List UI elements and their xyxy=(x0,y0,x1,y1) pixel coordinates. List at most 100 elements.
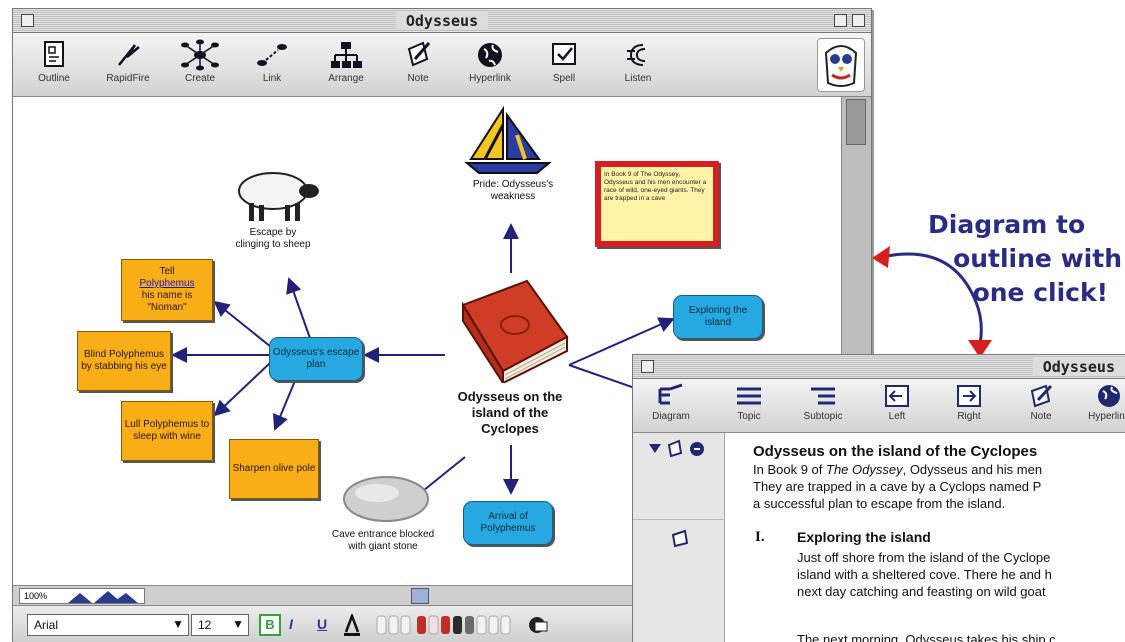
outline-para-line-2[interactable]: They are trapped in a cave by a Cyclops … xyxy=(753,478,1041,495)
main-toolbar: Outline RapidFire Create Link Arrange No… xyxy=(13,33,871,97)
outline-item-line-4[interactable]: The next morning, Odysseus takes his shi… xyxy=(797,631,1056,642)
italic-button[interactable]: I xyxy=(289,616,305,632)
outline-para-line-3[interactable]: a successful plan to escape from the isl… xyxy=(753,495,1005,512)
outline-toolbar: Diagram Topic Subtopic Left Right Note H… xyxy=(633,379,1125,433)
main-titlebar[interactable]: Odysseus xyxy=(13,9,871,33)
tell-pre: Tell xyxy=(159,266,175,277)
scroll-thumb[interactable] xyxy=(846,99,866,145)
para-title-em: The Odyssey xyxy=(826,462,903,477)
font-value: Arial xyxy=(34,618,59,632)
spell-button[interactable]: Spell xyxy=(533,39,595,84)
blind-polyphemus-subtopic[interactable]: Blind Polyphemus by stabbing his eye xyxy=(77,331,171,391)
rapidfire-icon xyxy=(118,44,140,66)
zoom-value: 100% xyxy=(24,591,48,601)
font-select[interactable]: Arial ▼ xyxy=(27,614,189,636)
create-label: Create xyxy=(184,73,215,84)
size-select[interactable]: 12 ▼ xyxy=(191,614,249,636)
tell-post: his name is "Noman" xyxy=(141,290,193,313)
underline-button[interactable]: U xyxy=(317,616,333,632)
diagram-button[interactable]: Diagram xyxy=(641,383,701,422)
outline-heading[interactable]: Odysseus on the island of the Cyclopes xyxy=(753,443,1037,460)
arrange-icon xyxy=(331,42,362,68)
outline-window-title: Odysseus xyxy=(1032,358,1125,376)
callout-line-2: outline with xyxy=(953,244,1122,273)
sharpen-pole-subtopic[interactable]: Sharpen olive pole xyxy=(229,439,319,499)
right-label: Right xyxy=(957,411,981,422)
right-button[interactable]: Right xyxy=(939,383,999,422)
outline-titlebar[interactable]: Odysseus xyxy=(633,355,1125,379)
outline-body[interactable]: Odysseus on the island of the Cyclopes I… xyxy=(633,433,1125,642)
disclosure-triangle-icon xyxy=(649,444,661,453)
escape-plan-topic[interactable]: Odysseus's escape plan xyxy=(269,337,363,381)
underline-label: U xyxy=(317,616,328,632)
sail-caption[interactable]: Pride: Odysseus's weakness xyxy=(465,179,561,203)
tell-polyphemus-subtopic[interactable]: Tell Polyphemus his name is "Noman" xyxy=(121,259,213,321)
para-text-b: , Odysseus and his men xyxy=(902,462,1043,477)
arrival-topic[interactable]: Arrival of Polyphemus xyxy=(463,501,553,545)
bold-button[interactable]: B xyxy=(259,614,281,636)
exploring-topic[interactable]: Exploring the island xyxy=(673,295,763,339)
close-box-icon[interactable] xyxy=(641,360,654,373)
callout-line-3: one click! xyxy=(972,278,1108,307)
arrange-label: Arrange xyxy=(328,73,364,84)
spell-icon xyxy=(552,43,576,65)
outline-button[interactable]: Outline xyxy=(23,39,85,84)
subtopic-label: Subtopic xyxy=(803,411,843,422)
rapidfire-button[interactable]: RapidFire xyxy=(97,39,159,84)
zoom-mountains-icon[interactable] xyxy=(68,591,138,603)
callout-line-1: Diagram to xyxy=(928,210,1086,239)
owl-logo[interactable] xyxy=(817,38,865,92)
sheep-icon xyxy=(238,172,319,221)
zoom-field[interactable]: 100% xyxy=(19,588,145,604)
link-button[interactable]: Link xyxy=(241,39,303,84)
hyperlink-icon xyxy=(1098,385,1120,407)
stone-caption[interactable]: Cave entrance blocked with giant stone xyxy=(331,529,435,553)
book-icon xyxy=(461,279,569,383)
note-text: In Book 9 of The Odyssey, Odysseus and h… xyxy=(601,167,713,241)
subtopic-button[interactable]: Subtopic xyxy=(793,383,853,422)
outline-item-line-1[interactable]: Just off shore from the island of the Cy… xyxy=(797,549,1050,566)
outline-item-title[interactable]: Exploring the island xyxy=(797,529,931,546)
size-value: 12 xyxy=(198,618,212,632)
h-scroll-thumb[interactable] xyxy=(411,588,429,604)
sailboat-icon xyxy=(464,105,552,174)
diagram-icon xyxy=(658,383,683,405)
swatch-icons xyxy=(376,615,548,635)
topic-icon xyxy=(737,387,761,405)
link-icon xyxy=(257,44,287,66)
note-button-outline[interactable]: Note xyxy=(1011,383,1071,422)
lull-polyphemus-subtopic[interactable]: Lull Polyphemus to sleep with wine xyxy=(121,401,213,461)
outline-item-line-2[interactable]: island with a sheltered cove. There he a… xyxy=(797,566,1052,583)
hyperlink-button[interactable]: Hyperlink xyxy=(459,39,521,84)
note-button[interactable]: Note xyxy=(387,39,449,84)
outline-label: Outline xyxy=(38,73,70,84)
outline-item-number: I. xyxy=(755,529,765,545)
row-icons-sub xyxy=(671,529,689,548)
note-box[interactable]: In Book 9 of The Odyssey, Odysseus and h… xyxy=(595,161,719,247)
text-color-icon[interactable] xyxy=(343,614,361,636)
main-idea-label[interactable]: Odysseus on the island of the Cyclopes xyxy=(453,389,567,437)
create-icon xyxy=(181,39,219,71)
left-button[interactable]: Left xyxy=(867,383,927,422)
subtopic-icon xyxy=(811,387,835,405)
listen-button[interactable]: Listen xyxy=(607,39,669,84)
rapidfire-label: RapidFire xyxy=(106,73,150,84)
outline-window: Odysseus Diagram Topic Subtopic Left Rig… xyxy=(632,354,1125,642)
sheep-caption[interactable]: Escape by clinging to sheep xyxy=(235,227,311,251)
color-swatches[interactable] xyxy=(375,614,565,636)
arrange-button[interactable]: Arrange xyxy=(315,39,377,84)
row-icons-main xyxy=(649,439,704,458)
dropdown-arrow-icon: ▼ xyxy=(172,617,184,631)
outline-para-line-1[interactable]: In Book 9 of The Odyssey, Odysseus and h… xyxy=(753,461,1042,478)
close-box-icon[interactable] xyxy=(21,14,34,27)
polyphemus-link[interactable]: Polyphemus xyxy=(139,278,194,289)
listen-icon xyxy=(627,44,646,66)
create-button[interactable]: Create xyxy=(169,39,231,84)
right-icon xyxy=(957,385,981,407)
hyperlink-button-outline[interactable]: Hyperlink xyxy=(1079,383,1125,422)
outline-item-line-3[interactable]: next day catching and feasting on wild g… xyxy=(797,583,1046,600)
collapse-box-icon[interactable] xyxy=(852,14,865,27)
owl-icon xyxy=(824,45,858,87)
zoom-box-icon[interactable] xyxy=(834,14,847,27)
topic-button[interactable]: Topic xyxy=(719,383,779,422)
